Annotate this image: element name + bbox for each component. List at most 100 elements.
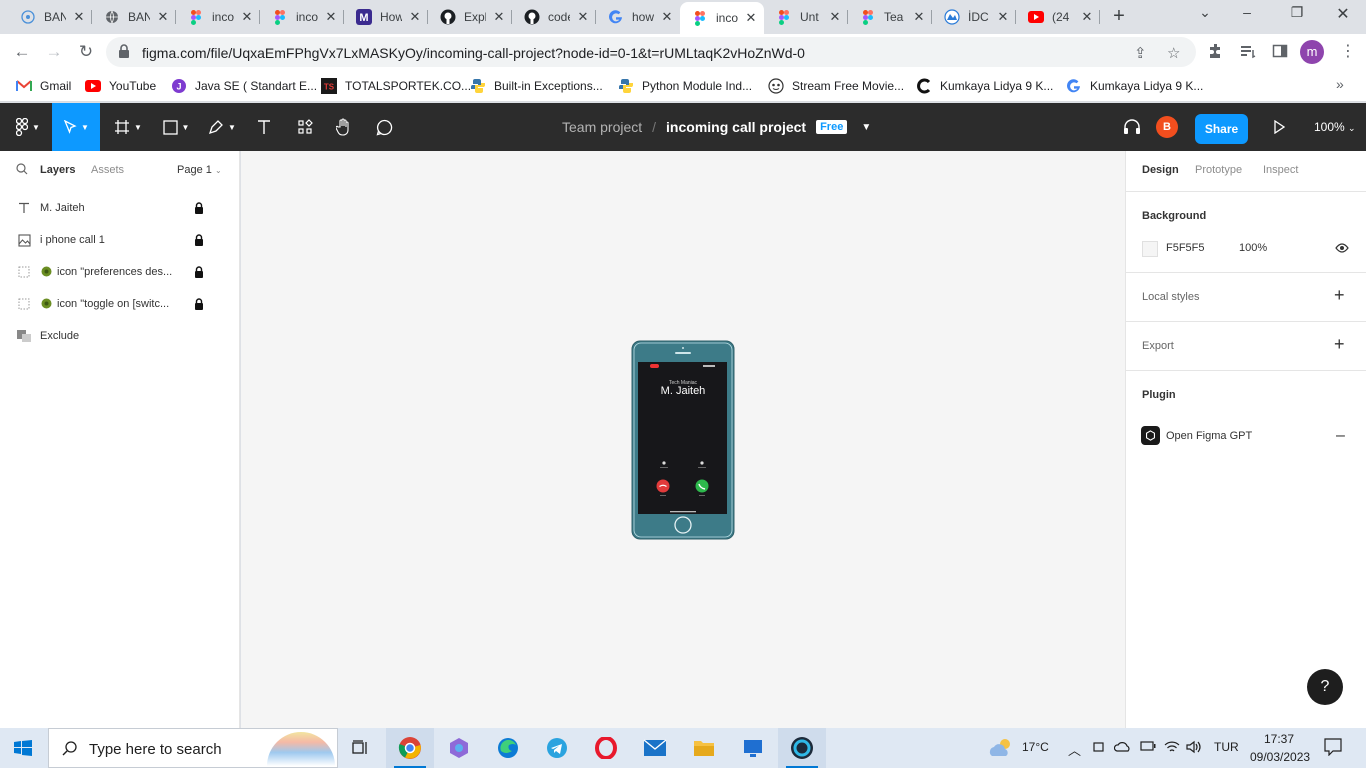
close-tab-icon[interactable]: ✕ — [576, 9, 590, 25]
lock-icon[interactable] — [194, 266, 204, 281]
browser-tab[interactable]: BAN ✕ — [8, 4, 92, 30]
design-canvas[interactable]: Tech Maniac M. Jaiteh — [241, 151, 1125, 728]
bookmark-item[interactable]: Python Module Ind... — [618, 76, 752, 96]
bookmark-star-icon[interactable]: ☆ — [1167, 44, 1180, 62]
tab-inspect[interactable]: Inspect — [1263, 164, 1298, 176]
tab-assets[interactable]: Assets — [91, 164, 124, 176]
new-tab-button[interactable]: + — [1108, 6, 1130, 28]
search-icon[interactable] — [16, 163, 28, 178]
layer-row[interactable]: icon "toggle on [switc... — [0, 288, 240, 320]
collaborator-avatar[interactable]: B — [1156, 116, 1178, 138]
tab-layers[interactable]: Layers — [40, 164, 75, 176]
bookmark-item[interactable]: Gmail — [16, 76, 71, 96]
add-export-icon[interactable]: + — [1334, 334, 1345, 355]
clock-time[interactable]: 17:37 — [1264, 732, 1294, 746]
close-tab-icon[interactable]: ✕ — [72, 9, 86, 25]
taskbar-search[interactable]: Type here to search — [48, 728, 338, 768]
zoom-control[interactable]: 100% ⌄ — [1314, 120, 1356, 134]
project-name[interactable]: incoming call project — [666, 119, 806, 135]
close-tab-icon[interactable]: ✕ — [240, 9, 254, 25]
close-tab-icon[interactable]: ✕ — [744, 10, 758, 26]
team-name[interactable]: Team project — [562, 119, 642, 135]
browser-tab[interactable]: İDC ✕ — [932, 4, 1016, 30]
plugin-name[interactable]: Open Figma GPT — [1166, 430, 1252, 442]
bookmark-item[interactable]: Stream Free Movie... — [768, 76, 904, 96]
help-button[interactable]: ? — [1307, 669, 1343, 705]
battery-icon[interactable] — [1140, 740, 1156, 755]
audio-button[interactable] — [1118, 103, 1146, 151]
browser-tab[interactable]: BAN ✕ — [92, 4, 176, 30]
browser-tab[interactable]: (24 ✕ — [1016, 4, 1100, 30]
browser-tab[interactable]: how ✕ — [596, 4, 680, 30]
shape-tool-button[interactable]: ▼ — [156, 103, 196, 151]
hand-tool-button[interactable] — [330, 103, 358, 151]
chevron-down-icon[interactable]: ▼ — [861, 122, 871, 133]
edge-taskbar-icon[interactable] — [484, 728, 532, 768]
share-button[interactable]: Share — [1195, 114, 1248, 144]
weather-icon[interactable] — [988, 736, 1016, 761]
bookmark-item[interactable]: YouTube — [85, 76, 156, 96]
background-swatch[interactable] — [1142, 241, 1158, 257]
frame-tool-button[interactable]: ▼ — [108, 103, 148, 151]
reload-button[interactable]: ↻ — [74, 40, 98, 64]
remove-plugin-icon[interactable]: – — [1336, 427, 1345, 445]
browser-tab[interactable]: inco ✕ — [680, 2, 764, 34]
chevron-up-icon[interactable]: ︿ — [1068, 740, 1081, 759]
browser-tab[interactable]: Unt ✕ — [764, 4, 848, 30]
close-tab-icon[interactable]: ✕ — [660, 9, 674, 25]
browser-tab[interactable]: inco ✕ — [176, 4, 260, 30]
onedrive-icon[interactable] — [1113, 740, 1132, 755]
temperature[interactable]: 17°C — [1022, 740, 1049, 754]
extensions-icon[interactable] — [1208, 43, 1224, 62]
more-bookmarks-icon[interactable]: » — [1336, 76, 1344, 92]
restore-icon[interactable]: ❐ — [1286, 4, 1308, 28]
lock-icon[interactable] — [194, 234, 204, 249]
forward-button[interactable]: → — [42, 40, 66, 64]
lock-icon[interactable] — [194, 202, 204, 217]
move-tool-button[interactable]: ▼ — [52, 103, 100, 151]
desktop-app-taskbar-icon[interactable] — [729, 728, 777, 768]
address-bar[interactable]: figma.com/file/UqxaEmFPhgVx7LxMASKyOy/in… — [106, 37, 1196, 67]
tab-prototype[interactable]: Prototype — [1195, 164, 1242, 176]
decline-button[interactable] — [656, 479, 670, 493]
meet-icon[interactable] — [1092, 740, 1106, 757]
bookmark-item[interactable]: Kumkaya Lidya 9 K... — [1066, 76, 1203, 96]
present-button[interactable] — [1266, 103, 1292, 151]
copilot-taskbar-icon[interactable] — [435, 728, 483, 768]
phone-mockup[interactable]: Tech Maniac M. Jaiteh — [629, 339, 737, 541]
windows-start-icon[interactable] — [14, 740, 32, 759]
chrome-taskbar-icon[interactable] — [386, 728, 434, 768]
tab-design[interactable]: Design — [1142, 164, 1179, 176]
browser-tab[interactable]: M How ✕ — [344, 4, 428, 30]
browser-tab[interactable]: inco ✕ — [260, 4, 344, 30]
eye-icon[interactable] — [1335, 242, 1349, 256]
side-panel-icon[interactable] — [1272, 43, 1288, 62]
bookmark-item[interactable]: Built-in Exceptions... — [470, 76, 603, 96]
background-opacity[interactable]: 100% — [1239, 242, 1267, 254]
tab-search-icon[interactable]: ⌄ — [1194, 4, 1216, 28]
browser-tab[interactable]: code ✕ — [512, 4, 596, 30]
back-button[interactable]: ← — [10, 40, 34, 64]
background-hex[interactable]: F5F5F5 — [1166, 242, 1205, 254]
page-selector[interactable]: Page 1 ⌄ — [177, 164, 222, 176]
profile-avatar[interactable]: m — [1300, 40, 1324, 64]
layer-row[interactable]: M. Jaiteh — [0, 192, 240, 224]
resources-tool-button[interactable] — [290, 103, 320, 151]
close-tab-icon[interactable]: ✕ — [912, 9, 926, 25]
telegram-taskbar-icon[interactable] — [533, 728, 581, 768]
figma-main-menu-button[interactable]: ▼ — [8, 103, 48, 151]
close-window-icon[interactable]: ✕ — [1332, 4, 1354, 28]
share-page-icon[interactable]: ⇪ — [1134, 44, 1147, 62]
close-tab-icon[interactable]: ✕ — [828, 9, 842, 25]
file-explorer-taskbar-icon[interactable] — [680, 728, 728, 768]
volume-icon[interactable] — [1186, 740, 1202, 757]
close-tab-icon[interactable]: ✕ — [408, 9, 422, 25]
notifications-icon[interactable] — [1324, 738, 1342, 759]
language-indicator[interactable]: TUR — [1214, 740, 1239, 754]
accept-button[interactable] — [695, 479, 709, 493]
app-taskbar-icon[interactable] — [778, 728, 826, 768]
text-tool-button[interactable] — [250, 103, 278, 151]
layer-row[interactable]: Exclude — [0, 320, 240, 352]
wifi-icon[interactable] — [1164, 740, 1180, 757]
bookmark-item[interactable]: TS TOTALSPORTEK.CO... — [321, 76, 471, 96]
